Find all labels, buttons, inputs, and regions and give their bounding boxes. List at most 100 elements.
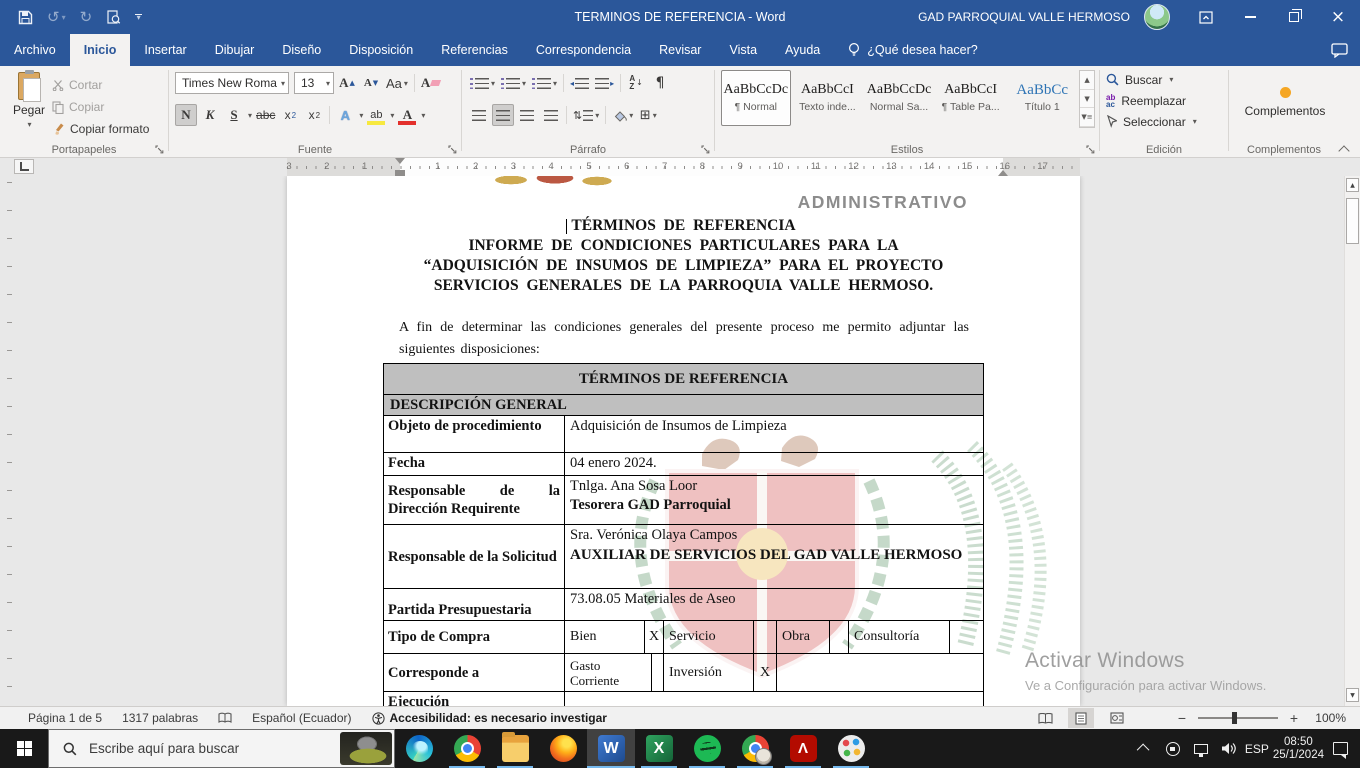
account-avatar[interactable] xyxy=(1144,4,1170,30)
replace-button[interactable]: abac Reemplazar xyxy=(1106,90,1224,111)
tab-dibujar[interactable]: Dibujar xyxy=(201,34,269,66)
taskbar-search[interactable] xyxy=(48,729,395,768)
underline-caret[interactable]: ▾ xyxy=(248,111,252,120)
shading-button[interactable]: ▾ xyxy=(610,104,635,126)
decrease-indent-button[interactable]: ◂ xyxy=(568,72,591,94)
format-painter-button[interactable]: Copiar formato xyxy=(52,118,149,140)
multilevel-list-button[interactable]: ▾ xyxy=(530,72,559,94)
scroll-up-button[interactable]: ▲ xyxy=(1346,178,1359,192)
borders-button[interactable]: ⊞▾ xyxy=(637,104,659,126)
subscript-button[interactable]: x2 xyxy=(279,104,301,126)
show-marks-button[interactable]: ¶ xyxy=(649,72,671,94)
proofing-icon[interactable] xyxy=(218,712,232,724)
zoom-out-button[interactable]: − xyxy=(1176,710,1188,726)
grow-font-button[interactable]: A▲ xyxy=(336,72,358,94)
change-case-button[interactable]: Aa▾ xyxy=(384,72,410,94)
align-right-button[interactable] xyxy=(516,104,538,126)
taskbar-icon-spotify[interactable] xyxy=(683,729,731,768)
network-icon[interactable] xyxy=(1189,729,1213,768)
meet-now-icon[interactable] xyxy=(1161,729,1185,768)
line-spacing-button[interactable]: ⇅▾ xyxy=(571,104,601,126)
taskbar-icon-firefox[interactable] xyxy=(539,729,587,768)
taskbar-icon-acrobat[interactable] xyxy=(779,729,827,768)
print-layout-button[interactable] xyxy=(1068,708,1094,728)
taskbar-icon-chrome-profile[interactable] xyxy=(731,729,779,768)
customize-qat-button[interactable]: ▾ xyxy=(135,14,142,20)
italic-button[interactable]: K xyxy=(199,104,221,126)
tell-me-box[interactable]: ¿Qué desea hacer? xyxy=(834,34,992,66)
styles-dialog-launcher[interactable] xyxy=(1084,143,1096,155)
taskbar-icon-file-explorer[interactable] xyxy=(491,729,539,768)
scroll-down-button[interactable]: ▼ xyxy=(1346,688,1359,702)
vertical-ruler[interactable] xyxy=(4,182,14,698)
paragraph-dialog-launcher[interactable] xyxy=(699,143,711,155)
bullets-button[interactable]: ▾ xyxy=(468,72,497,94)
ribbon-display-options-button[interactable] xyxy=(1184,0,1228,34)
tab-insertar[interactable]: Insertar xyxy=(130,34,200,66)
tab-vista[interactable]: Vista xyxy=(715,34,771,66)
style-texto-independiente[interactable]: AaBbCcI Texto inde... xyxy=(793,70,863,126)
taskbar-icon-word[interactable] xyxy=(587,729,635,768)
tab-referencias[interactable]: Referencias xyxy=(427,34,522,66)
collapse-ribbon-button[interactable] xyxy=(1340,145,1350,151)
increase-indent-button[interactable]: ▸ xyxy=(593,72,616,94)
save-button[interactable] xyxy=(18,10,33,25)
tab-ayuda[interactable]: Ayuda xyxy=(771,34,834,66)
word-count[interactable]: 1317 palabras xyxy=(122,711,198,725)
keyboard-language[interactable]: ESP xyxy=(1245,729,1269,768)
sort-button[interactable]: AZ↓ xyxy=(625,72,647,94)
tab-revisar[interactable]: Revisar xyxy=(645,34,715,66)
superscript-button[interactable]: x2 xyxy=(303,104,325,126)
minimize-button[interactable] xyxy=(1228,0,1272,34)
undo-button[interactable]: ↺▾ xyxy=(47,8,66,26)
clear-formatting-button[interactable]: A xyxy=(419,72,442,94)
clock[interactable]: 08:5025/1/2024 xyxy=(1273,729,1324,768)
align-left-button[interactable] xyxy=(468,104,490,126)
accessibility-status[interactable]: Accesibilidad: es necesario investigar xyxy=(372,711,607,725)
strikethrough-button[interactable]: abc xyxy=(254,104,277,126)
search-input[interactable] xyxy=(87,740,317,757)
find-button[interactable]: Buscar▾ xyxy=(1106,69,1224,90)
styles-scroll-up[interactable]: ▲ xyxy=(1080,71,1094,90)
tab-stop-selector[interactable] xyxy=(14,159,34,174)
clipboard-dialog-launcher[interactable] xyxy=(153,143,165,155)
styles-scroll-down[interactable]: ▼ xyxy=(1080,90,1094,109)
font-name-combobox[interactable]: Times New Roma ▾ xyxy=(175,72,289,94)
copy-button[interactable]: Copiar xyxy=(52,96,149,118)
underline-button[interactable]: S xyxy=(223,104,245,126)
start-button[interactable] xyxy=(0,729,48,768)
justify-button[interactable] xyxy=(540,104,562,126)
taskbar-icon-paint-3d[interactable] xyxy=(827,729,875,768)
taskbar-icon-excel[interactable] xyxy=(635,729,683,768)
web-layout-button[interactable] xyxy=(1104,708,1130,728)
font-color-button[interactable]: A xyxy=(396,104,418,126)
zoom-slider-thumb[interactable] xyxy=(1232,712,1237,724)
shrink-font-button[interactable]: A▼ xyxy=(360,72,382,94)
tab-disposicion[interactable]: Disposición xyxy=(335,34,427,66)
taskbar-icon-chrome[interactable] xyxy=(443,729,491,768)
style-titulo-1[interactable]: AaBbCc Título 1 xyxy=(1007,70,1077,126)
style-normal-sangria[interactable]: AaBbCcDc Normal Sa... xyxy=(864,70,934,126)
language-indicator[interactable]: Español (Ecuador) xyxy=(252,711,351,725)
vertical-scrollbar[interactable]: ▲ ▼ xyxy=(1344,176,1360,706)
read-mode-button[interactable] xyxy=(1032,708,1058,728)
style-normal[interactable]: AaBbCcDc ¶ Normal xyxy=(721,70,791,126)
first-line-indent-marker[interactable] xyxy=(395,158,405,164)
scrollbar-thumb[interactable] xyxy=(1346,198,1359,244)
tab-correspondencia[interactable]: Correspondencia xyxy=(522,34,645,66)
font-dialog-launcher[interactable] xyxy=(446,143,458,155)
volume-icon[interactable] xyxy=(1217,729,1241,768)
text-effects-button[interactable]: A xyxy=(334,104,356,126)
document-page[interactable]: ADMINISTRATIVO TÉRMINOS DE REFERENCIA IN… xyxy=(287,176,1080,706)
feedback-icon[interactable] xyxy=(1331,43,1348,58)
page-indicator[interactable]: Página 1 de 5 xyxy=(28,711,102,725)
account-name[interactable]: GAD PARROQUIAL VALLE HERMOSO xyxy=(918,10,1130,24)
search-highlight-image[interactable] xyxy=(340,732,392,765)
style-table-paragraph[interactable]: AaBbCcI ¶ Table Pa... xyxy=(936,70,1006,126)
tab-diseno[interactable]: Diseño xyxy=(268,34,335,66)
close-button[interactable]: × xyxy=(1316,0,1360,34)
cut-button[interactable]: Cortar xyxy=(52,74,149,96)
horizontal-ruler[interactable]: 3211234567891011121314151617 xyxy=(287,158,1080,176)
styles-gallery-more[interactable]: ▼≡ xyxy=(1080,108,1094,127)
zoom-in-button[interactable]: + xyxy=(1288,710,1300,726)
